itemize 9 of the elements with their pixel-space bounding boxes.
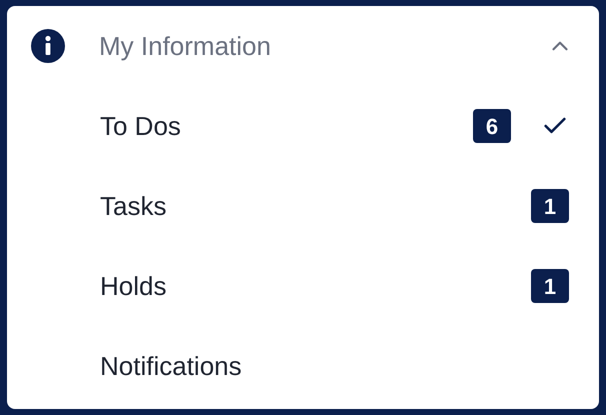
count-badge: 6 bbox=[473, 109, 511, 143]
info-icon bbox=[31, 29, 65, 63]
count-badge: 1 bbox=[531, 189, 569, 223]
section-header[interactable]: My Information bbox=[7, 6, 599, 86]
menu-item[interactable]: To Dos 6 bbox=[7, 86, 599, 166]
menu-item[interactable]: Notifications bbox=[7, 326, 599, 406]
count-badge: 1 bbox=[531, 269, 569, 303]
menu-item[interactable]: Holds 1 bbox=[7, 246, 599, 326]
menu-item[interactable]: Tasks 1 bbox=[7, 166, 599, 246]
